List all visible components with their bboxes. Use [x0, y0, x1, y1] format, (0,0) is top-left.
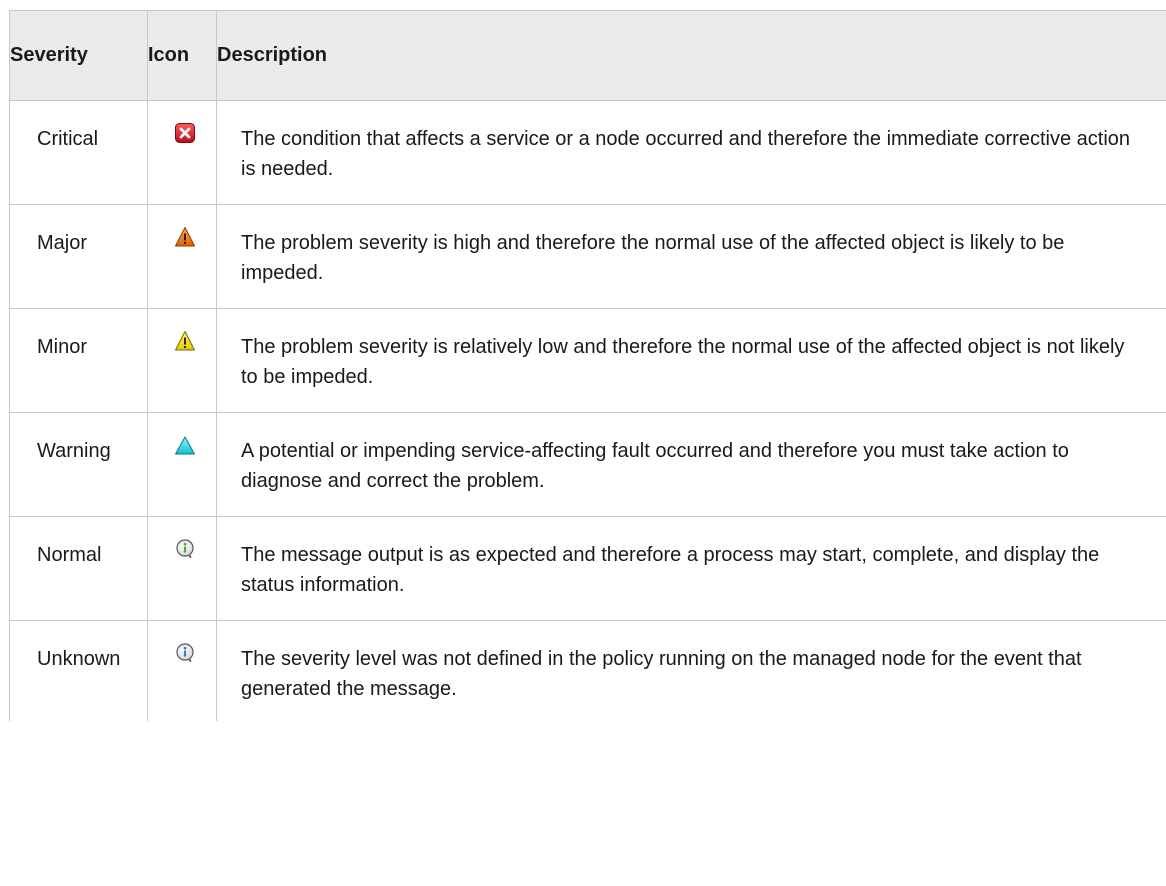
table-row: Unknown The severity level was not defin…: [9, 620, 1166, 721]
header-description: Description: [216, 10, 1166, 101]
icon-cell: [147, 412, 217, 517]
critical-icon: [174, 122, 196, 144]
major-icon: [174, 226, 196, 248]
normal-info-icon: [174, 538, 196, 560]
header-icon: Icon: [147, 10, 217, 101]
description-cell: The message output is as expected and th…: [216, 516, 1166, 621]
severity-cell: Warning: [9, 412, 148, 517]
severity-cell: Normal: [9, 516, 148, 621]
table-row: Normal The message output is as expected…: [9, 516, 1166, 621]
severity-table: Severity Icon Description Critical The c…: [9, 10, 1166, 721]
severity-cell: Minor: [9, 308, 148, 413]
description-cell: The problem severity is high and therefo…: [216, 204, 1166, 309]
severity-cell: Unknown: [9, 620, 148, 721]
unknown-info-icon: [174, 642, 196, 664]
description-cell: The problem severity is relatively low a…: [216, 308, 1166, 413]
warning-icon: [174, 434, 196, 456]
header-severity: Severity: [9, 10, 148, 101]
icon-cell: [147, 100, 217, 205]
minor-icon: [174, 330, 196, 352]
table-row: Warning A potential or impending service…: [9, 412, 1166, 517]
table-row: Major The problem severity is high and t…: [9, 204, 1166, 309]
description-cell: The condition that affects a service or …: [216, 100, 1166, 205]
description-cell: A potential or impending service-affecti…: [216, 412, 1166, 517]
icon-cell: [147, 308, 217, 413]
table-row: Minor The problem severity is relatively…: [9, 308, 1166, 413]
icon-cell: [147, 620, 217, 721]
table-header-row: Severity Icon Description: [9, 10, 1166, 101]
icon-cell: [147, 204, 217, 309]
icon-cell: [147, 516, 217, 621]
severity-cell: Critical: [9, 100, 148, 205]
severity-cell: Major: [9, 204, 148, 309]
description-cell: The severity level was not defined in th…: [216, 620, 1166, 721]
table-row: Critical The condition that affects a se…: [9, 100, 1166, 205]
